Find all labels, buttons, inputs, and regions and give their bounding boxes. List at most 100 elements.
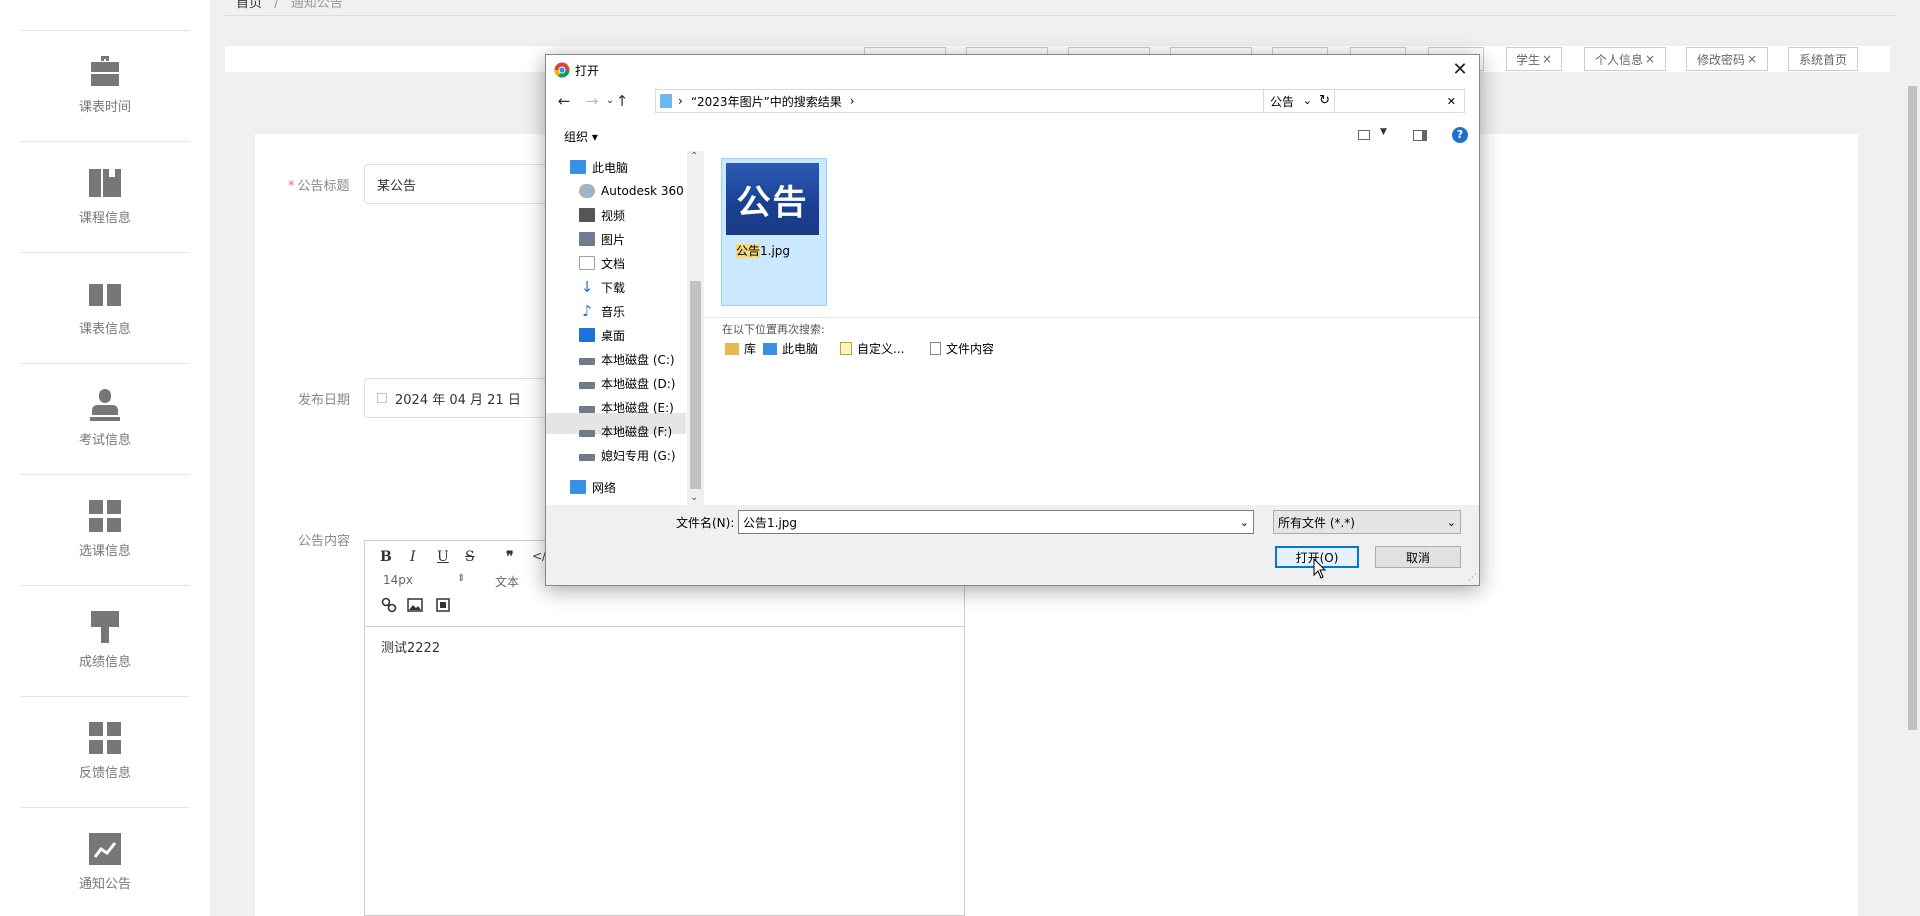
sidebar-item-course-info[interactable]: 课程信息 [20,141,190,251]
mouse-cursor-icon [1313,558,1327,579]
preview-pane-icon[interactable] [1413,130,1427,141]
search-input[interactable]: 公告 ✕ [1263,89,1465,113]
sidebar-item-timetable-info[interactable]: 课表信息 [20,252,190,362]
tree-item-desktop[interactable]: 桌面 [579,325,625,345]
breadcrumb-home[interactable]: 首页 [236,0,262,11]
cancel-button[interactable]: 取消 [1375,546,1461,568]
sidebar-item-exam-info[interactable]: 考试信息 [20,363,190,473]
date-input[interactable]: 2024 年 04 月 21 日 [364,378,554,418]
tree-item-drive-f[interactable]: 本地磁盘 (F:) [579,421,672,441]
address-bar[interactable]: › “2023年图片”中的搜索结果 › ⌄ ↻ [655,89,1335,113]
file-type-dropdown-icon[interactable]: ⌄ [1447,516,1456,529]
image-icon[interactable] [407,598,423,612]
sidebar-item-schedule-time[interactable]: 课表时间 [20,30,190,140]
tag-change-password[interactable]: 修改密码 × [1686,47,1768,71]
view-icon[interactable] [1358,130,1370,140]
search-value: 公告 [1270,94,1295,109]
scroll-down-icon[interactable]: ⌄ [690,492,698,503]
title-input[interactable]: 某公告 [364,164,554,204]
search-again-custom[interactable]: 自定义... [840,340,904,357]
dialog-footer: 文件名(N): 公告1.jpg ⌄ 所有文件 (*.*) ⌄ 打开(O) 取消 … [546,505,1479,585]
file-name-label: 公告1.jpg [736,242,790,259]
tag-close-icon[interactable]: × [1645,52,1655,66]
grid-icon [89,722,121,754]
path-sep[interactable]: › [678,94,683,108]
italic-button[interactable]: I [410,549,416,565]
sidebar-item-feedback[interactable]: 反馈信息 [20,696,190,806]
scroll-up-icon[interactable]: ⌃ [690,151,698,162]
tree-item-drive-e[interactable]: 本地磁盘 (E:) [579,397,674,417]
tree-label: 音乐 [601,304,626,319]
cloud-icon [579,184,595,198]
tree-item-downloads[interactable]: ↓ 下载 [579,277,625,297]
tree-item-videos[interactable]: 视频 [579,205,625,225]
dialog-titlebar[interactable]: 打开 ✕ [546,55,1479,85]
tag-label: 学生 [1515,52,1540,67]
file-type-select[interactable]: 所有文件 (*.*) ⌄ [1273,510,1461,534]
tree-item-documents[interactable]: 文档 [579,253,625,273]
quote-button[interactable]: ❞ [506,549,514,565]
resize-grip-icon[interactable]: ⋰ [1468,573,1477,583]
view-dropdown-icon[interactable]: ▼ [1380,127,1387,137]
tag-close-icon[interactable]: × [1747,52,1757,66]
search-again-library[interactable]: 库 [725,340,756,357]
file-type-value: 所有文件 (*.*) [1278,515,1355,530]
tree-item-music[interactable]: ♪ 音乐 [579,301,625,321]
rich-text-editor[interactable]: B I U S ❞ </> 14px ⇕ 文本 测试2222 [364,540,965,916]
editor-content[interactable]: 测试2222 [365,627,964,666]
brush-icon [89,611,121,643]
sidebar-item-label: 通知公告 [78,876,131,892]
filename-input[interactable]: 公告1.jpg ⌄ [738,510,1254,534]
tag-home[interactable]: 系统首页 [1788,47,1858,71]
search-again-this-pc[interactable]: 此电脑 [763,340,818,357]
help-icon[interactable]: ? [1452,127,1468,143]
tag-personal-info[interactable]: 个人信息 × [1584,47,1666,71]
up-arrow-icon[interactable]: ↑ [612,91,632,111]
tree-label: 图片 [601,232,626,247]
grid-icon [89,500,121,532]
briefcase-icon [89,56,121,88]
video-icon[interactable] [436,598,450,612]
tree-item-pictures[interactable]: 图片 [579,229,625,249]
tree-item-autodesk[interactable]: Autodesk 360 [579,181,684,201]
search-again-label-pc: 此电脑 [782,342,819,356]
sidebar-item-label: 考试信息 [78,433,131,448]
link-icon[interactable] [381,597,397,613]
computer-icon [763,342,777,355]
sidebar-item-notice[interactable]: 通知公告 [20,807,190,916]
font-size-select[interactable]: 14px [383,573,413,587]
tree-item-drive-g[interactable]: 媳妇专用 (G:) [579,445,676,465]
strikethrough-button[interactable]: S [465,549,475,565]
tag-label: 系统首页 [1798,52,1847,67]
search-again-file-contents[interactable]: 文件内容 [930,340,994,357]
tree-item-drive-d[interactable]: 本地磁盘 (D:) [579,373,675,393]
search-clear-icon[interactable]: ✕ [1447,95,1456,108]
text-style-select[interactable]: 文本 [495,573,519,590]
divider [225,15,1895,16]
path-sep[interactable]: › [850,94,855,108]
file-thumbnail: 公告 [726,163,819,235]
tag-close-icon[interactable]: × [1542,52,1552,66]
tree-item-this-pc[interactable]: 此电脑 [570,157,628,177]
tree-label: 本地磁盘 (E:) [601,400,674,415]
folder-search-icon [660,94,672,108]
filename-dropdown-icon[interactable]: ⌄ [1240,516,1249,529]
calendar-icon [377,393,387,403]
tree-item-network[interactable]: 网络 [570,477,616,497]
file-name-highlight: 公告 [736,244,761,258]
underline-button[interactable]: U [437,549,449,565]
page-scrollbar-thumb[interactable] [1908,86,1917,730]
back-arrow-icon[interactable]: ← [554,91,574,111]
tree-scrollbar-thumb[interactable] [690,281,701,489]
sidebar-item-grades[interactable]: 成绩信息 [20,585,190,695]
tree-item-drive-c[interactable]: 本地磁盘 (C:) [579,349,675,369]
breadcrumb-sep: / [274,0,279,11]
forward-arrow-icon[interactable]: → [582,91,602,111]
bold-button[interactable]: B [380,549,392,565]
music-note-icon: ♪ [582,302,592,320]
sidebar-item-course-selection[interactable]: 选课信息 [20,474,190,584]
close-icon[interactable]: ✕ [1449,59,1471,81]
tag-student[interactable]: 学生 × [1506,47,1562,71]
path-segment[interactable]: “2023年图片”中的搜索结果 [691,93,842,110]
organize-menu[interactable]: 组织 ▾ [564,128,598,145]
